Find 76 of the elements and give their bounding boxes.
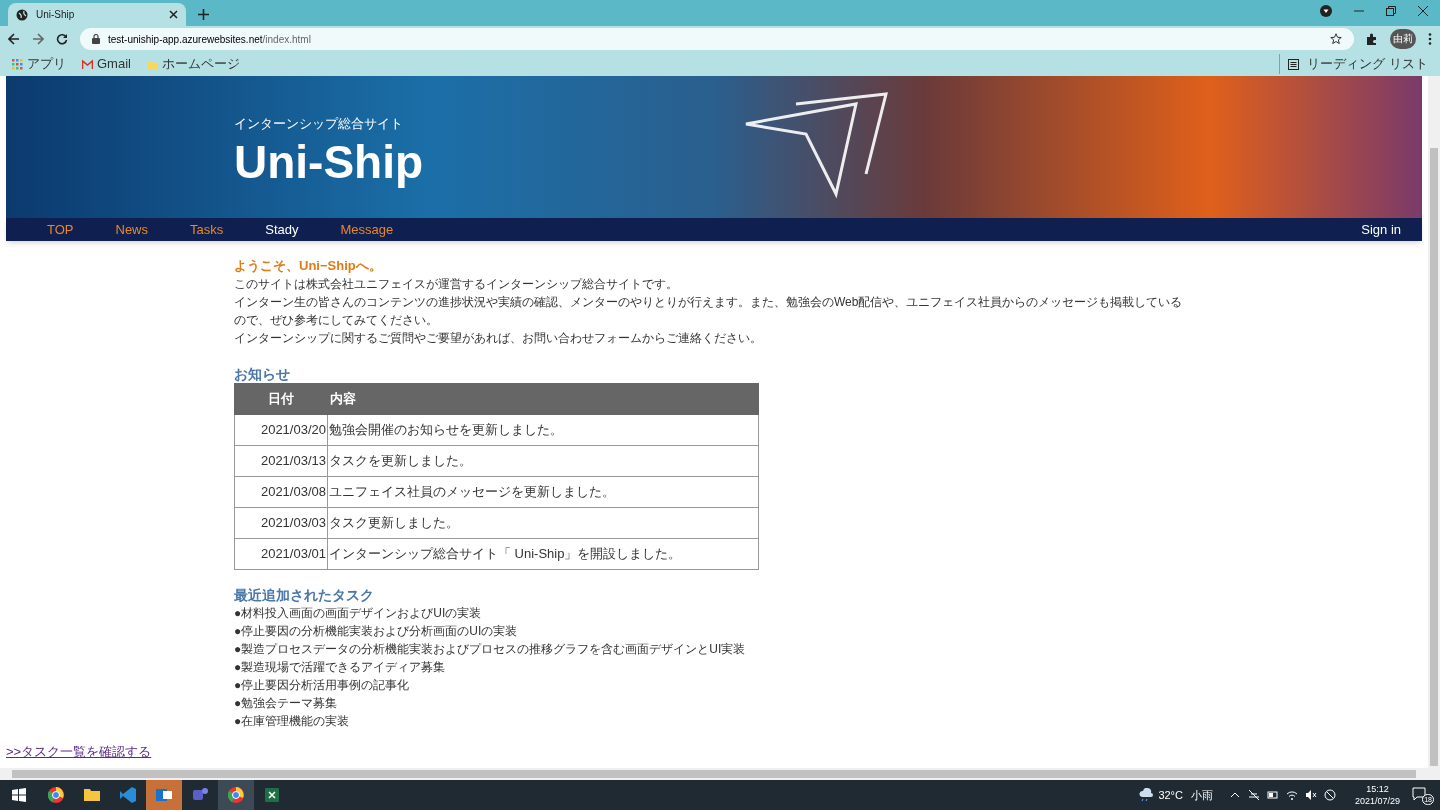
section-heading: 最近追加されたタスク: [234, 586, 375, 604]
date-cell: 2021/03/08: [234, 476, 328, 508]
column-header: 日付: [234, 383, 328, 415]
weather-temperature: 32°C: [1158, 787, 1183, 803]
browser-icon[interactable]: [218, 780, 254, 810]
star-icon[interactable]: [1330, 33, 1342, 45]
cloud-rain-icon: [1138, 788, 1155, 802]
date-cell: 2021/03/03: [234, 507, 328, 539]
more-menu-icon[interactable]: [1428, 33, 1432, 45]
reading-list-button[interactable]: リーディング リスト: [1279, 54, 1428, 74]
content-cell: 勉強会開催のお知らせを更新しました。: [327, 414, 759, 446]
network-off-icon[interactable]: [1247, 789, 1260, 801]
media-control-icon[interactable]: [1320, 5, 1332, 17]
clock-time[interactable]: 15:12: [1366, 783, 1389, 795]
content-cell: タスク更新しました。: [327, 507, 759, 539]
task-item: ●製造プロセスデータの分析機能実装およびプロセスの推移グラフを含む画面デザインとUI実装: [234, 641, 747, 658]
blocked-circle-icon[interactable]: [1323, 789, 1336, 801]
message-icon: [1412, 787, 1426, 801]
nav-link[interactable]: TOP: [47, 219, 74, 240]
date-cell: 2021/03/13: [234, 445, 328, 477]
restore-icon[interactable]: [1386, 6, 1396, 16]
task-item: ●在庫管理機能の実装: [234, 713, 351, 730]
task-item: ●勉強会テーマ募集: [234, 695, 339, 712]
nav-link[interactable]: Stady: [265, 219, 299, 240]
date-cell: 2021/03/20: [234, 414, 328, 446]
speaker-muted-icon[interactable]: [1304, 789, 1317, 801]
list-icon: [1288, 58, 1300, 70]
weather-condition: 小雨: [1190, 787, 1213, 803]
url-text: test-uniship-app.azurewebsites.net/index.html: [108, 32, 312, 47]
intro-paragraph: インターン生の皆さんのコンテンツの進捗状況や実績の確認、メンターのやりとりが行えます。また、勉強会のWeb配信や、ユニフェイス社員からのメッセージも掲載しているので、ぜひ参考にしてみてください。: [234, 294, 1184, 329]
address-bar[interactable]: test-uniship-app.azurewebsites.net/index.html: [80, 28, 1354, 50]
back-arrow-icon[interactable]: [8, 33, 20, 45]
puzzle-icon[interactable]: [1366, 33, 1378, 45]
wifi-icon[interactable]: [1285, 789, 1298, 801]
nav-link[interactable]: News: [115, 219, 148, 240]
close-icon[interactable]: [169, 10, 178, 19]
nav-link[interactable]: Message: [340, 219, 394, 240]
windows-logo-icon[interactable]: [12, 788, 26, 802]
site-subtitle: インターンシップ総合サイト: [234, 115, 404, 133]
clock-date[interactable]: 2021/07/29: [1354, 795, 1400, 807]
task-item: ●停止要因分析活用事例の記事化: [234, 677, 411, 694]
apps-grid-icon: [12, 58, 23, 70]
task-list-link[interactable]: >>タスク一覧を確認する: [6, 742, 152, 762]
tab-title: Uni-Ship: [36, 8, 76, 22]
content-cell: タスクを更新しました。: [327, 445, 759, 477]
mail-icon: [82, 58, 93, 70]
section-heading: お知らせ: [234, 365, 291, 383]
bookmark[interactable]: ホームページ: [146, 54, 240, 74]
date-cell: 2021/03/01: [234, 538, 328, 570]
globe-icon: [16, 8, 28, 21]
bookmark[interactable]: アプリ: [12, 54, 66, 74]
folder-icon: [146, 58, 158, 70]
task-item: ●停止要因の分析機能実装および分析画面のUIの実装: [234, 623, 519, 640]
horizontal-scrollbar[interactable]: [0, 768, 1428, 780]
welcome-heading: ようこそ、Uni−Shipへ。: [234, 257, 383, 275]
content-cell: インターンシップ総合サイト「 Uni-Ship」を開設しました。: [327, 538, 759, 570]
sign-in-link[interactable]: Sign in: [1361, 219, 1401, 240]
site-title: Uni-Ship: [234, 134, 424, 190]
nav-link[interactable]: Tasks: [190, 219, 224, 240]
intro-paragraph: インターンシップに関するご質問やご要望があれば、お問い合わせフォームからご連絡ください。: [234, 330, 763, 347]
task-item: ●材料投入画面の画面デザインおよびUIの実装: [234, 605, 483, 622]
content-cell: ユニフェイス社員のメッセージを更新しました。: [327, 476, 759, 508]
task-item: ●製造現場で活躍できるアイディア募集: [234, 659, 447, 676]
lock-icon: [92, 34, 100, 44]
plus-icon[interactable]: [198, 9, 209, 20]
mail-app-icon[interactable]: [146, 780, 182, 810]
battery-icon[interactable]: [1266, 789, 1279, 801]
column-header: 内容: [327, 383, 759, 415]
intro-paragraph: このサイトは株式会社ユニフェイスが運営するインターンシップ総合サイトです。: [234, 276, 679, 293]
forward-arrow-icon[interactable]: [32, 33, 44, 45]
close-icon[interactable]: [1418, 6, 1428, 16]
bookmark[interactable]: Gmail: [82, 54, 131, 74]
browser-tab[interactable]: Uni-Ship: [8, 3, 186, 26]
vertical-scrollbar[interactable]: [1428, 76, 1440, 780]
profile-avatar[interactable]: 由莉: [1390, 29, 1416, 49]
reload-icon[interactable]: [56, 33, 68, 45]
